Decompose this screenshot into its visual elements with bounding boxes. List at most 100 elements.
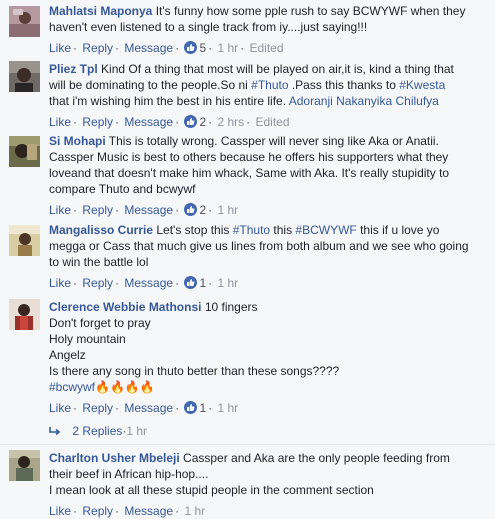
hashtag-link[interactable]: #Thuto [233, 223, 270, 237]
comment-text: to win the battle lol [49, 255, 149, 269]
reply-link[interactable]: Reply [82, 41, 113, 55]
thumbs-up-icon [184, 115, 198, 128]
timestamp[interactable]: 1 hr [217, 203, 238, 217]
avatar[interactable] [9, 450, 40, 481]
separator: · [115, 276, 120, 290]
separator: · [246, 115, 251, 129]
reply-link[interactable]: Reply [82, 203, 113, 217]
message-link[interactable]: Message [124, 401, 173, 415]
message-link[interactable]: Message [124, 504, 173, 518]
separator: · [175, 401, 180, 415]
avatar[interactable] [9, 299, 40, 330]
hashtag-link[interactable]: #BCWYWF [295, 223, 356, 237]
comment-text: Don't forget to pray [49, 316, 151, 330]
comment-text: megga or Cass that much give us lines fr… [49, 239, 469, 253]
comment-actions: Like · Reply · Message · 1 hr [49, 503, 489, 519]
comment-actions: Like · Reply · Message · 2 · 1 hr [49, 202, 489, 218]
view-replies-link[interactable]: 2 Replies [72, 424, 122, 438]
separator: · [73, 115, 78, 129]
comment-text: their beef in African hip-hop.... [49, 467, 209, 481]
message-link[interactable]: Message [124, 276, 173, 290]
fire-emoji: 🔥🔥🔥🔥 [95, 380, 155, 394]
reply-link[interactable]: Reply [82, 115, 113, 129]
message-link[interactable]: Message [124, 203, 173, 217]
timestamp[interactable]: 1 hr [184, 504, 205, 518]
edited-label[interactable]: Edited [256, 115, 290, 129]
separator: · [208, 401, 213, 415]
comment-text: Let's stop this [156, 223, 233, 237]
comment-text: Is there any song in thuto better than t… [49, 364, 340, 378]
separator: · [73, 401, 78, 415]
timestamp[interactable]: 1 hr [126, 424, 147, 438]
replies-row: 2 Replies·1 hr [49, 423, 147, 439]
like-link[interactable]: Like [49, 115, 71, 129]
like-count[interactable]: 2 [199, 203, 206, 217]
comment-text: will be dominating to the people.So ni [49, 78, 252, 92]
hashtag-link[interactable]: #bcwywf [49, 380, 95, 394]
like-link[interactable]: Like [49, 41, 71, 55]
comment-text: this if u love yo [356, 223, 440, 237]
comment-text: This is totally wrong. Cassper will neve… [108, 134, 439, 148]
avatar[interactable] [9, 225, 40, 256]
reply-link[interactable]: Reply [82, 276, 113, 290]
avatar[interactable] [9, 6, 40, 37]
comment-text: Kind Of a thing that most will be played… [101, 62, 454, 76]
comment-text: Angelz [49, 348, 86, 362]
reply-link[interactable]: Reply [82, 401, 113, 415]
timestamp[interactable]: 1 hr [217, 41, 238, 55]
like-link[interactable]: Like [49, 401, 71, 415]
hashtag-link[interactable]: #Kwesta [399, 78, 445, 92]
separator: · [115, 504, 120, 518]
message-link[interactable]: Message [124, 41, 173, 55]
reply-link[interactable]: Reply [82, 504, 113, 518]
timestamp[interactable]: 1 hr [217, 401, 238, 415]
thumbs-up-icon [184, 203, 198, 216]
comment-actions: Like · Reply · Message · 5 · 1 hr · Edited [49, 40, 489, 56]
comment-text: this [270, 223, 296, 237]
comment-author[interactable]: Si Mohapi [49, 134, 106, 148]
separator: · [175, 115, 180, 129]
edited-label[interactable]: Edited [250, 41, 284, 55]
comment-actions: Like · Reply · Message · 1 · 1 hr [49, 275, 489, 291]
timestamp[interactable]: 1 hr [217, 276, 238, 290]
separator: · [175, 504, 180, 518]
timestamp[interactable]: 2 hrs [217, 115, 244, 129]
comment-text: Cassper and Aka are the only people feed… [183, 451, 450, 465]
comment-author[interactable]: Mahlatsi Maponya [49, 4, 152, 18]
thumbs-up-icon [184, 401, 198, 414]
reply-arrow-icon [49, 424, 64, 438]
like-link[interactable]: Like [49, 276, 71, 290]
mention-link[interactable]: Adoranji Nakanyika Chilufya [289, 94, 439, 108]
avatar[interactable] [9, 61, 40, 92]
thumbs-up-icon [184, 41, 198, 54]
separator: · [115, 401, 120, 415]
separator: · [73, 203, 78, 217]
comment-text: compare Thuto and bcwywf [49, 182, 196, 196]
message-link[interactable]: Message [124, 115, 173, 129]
comment-actions: Like · Reply · Message · 2 · 2 hrs · Edited [49, 114, 489, 130]
separator: · [208, 203, 213, 217]
like-link[interactable]: Like [49, 203, 71, 217]
like-count[interactable]: 5 [199, 41, 206, 55]
like-count[interactable]: 2 [199, 115, 206, 129]
avatar[interactable] [9, 136, 40, 167]
comment-author[interactable]: Pliez Tpl [49, 62, 98, 76]
comment-author[interactable]: Mangalisso Currie [49, 223, 153, 237]
separator: · [115, 115, 120, 129]
comment-text: haven't even listened to a single track … [49, 20, 368, 34]
hashtag-link[interactable]: #Thuto [251, 78, 288, 92]
separator: · [73, 504, 78, 518]
like-link[interactable]: Like [49, 504, 71, 518]
separator: · [73, 41, 78, 55]
comment-author[interactable]: Clerence Webbie Mathonsi [49, 300, 201, 314]
comment-text: It's funny how some pple rush to say BCW… [155, 4, 466, 18]
like-count[interactable]: 1 [199, 401, 206, 415]
comment-text: 10 fingers [204, 300, 258, 314]
comment-text: Holy mountain [49, 332, 126, 346]
thumbs-up-icon [184, 276, 198, 289]
comment-author[interactable]: Charlton Usher Mbeleji [49, 451, 180, 465]
separator: · [115, 41, 120, 55]
like-count[interactable]: 1 [199, 276, 206, 290]
separator: · [115, 203, 120, 217]
separator: · [240, 41, 245, 55]
